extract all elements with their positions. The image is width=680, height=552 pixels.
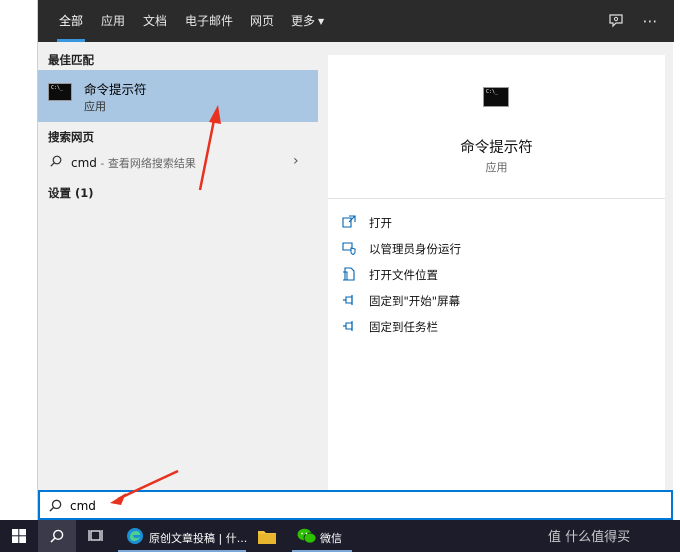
search-filter-bar: 全部 应用 文档 电子邮件 网页 更多 ▼ ⋯ (38, 0, 674, 42)
taskbar-wechat[interactable]: 微信 (292, 520, 352, 552)
tab-apps[interactable]: 应用 (101, 0, 125, 42)
tab-email-label: 电子邮件 (185, 14, 234, 28)
search-input[interactable] (70, 496, 630, 516)
tab-web-label: 网页 (250, 14, 275, 28)
edge-browser-icon (127, 528, 143, 544)
tab-documents-label: 文档 (143, 14, 168, 28)
preview-divider (328, 198, 665, 199)
search-icon (50, 529, 64, 543)
start-search-panel: 全部 应用 文档 电子邮件 网页 更多▼ ⋯ 最佳匹配 命令提示符 应用 搜索网… (37, 0, 674, 520)
desktop-background-left (0, 0, 37, 520)
tab-all-label: 全部 (59, 14, 84, 28)
tab-more[interactable]: 更多 ▼ (291, 0, 324, 42)
tab-documents[interactable]: 文档 (143, 0, 167, 42)
start-button[interactable] (0, 520, 37, 552)
task-view-button[interactable] (78, 520, 114, 552)
wechat-icon (297, 528, 317, 544)
admin-shield-icon (342, 242, 356, 255)
chevron-down-icon: ▼ (318, 17, 325, 26)
web-search-item[interactable]: cmd - 查看网络搜索结果 › (38, 150, 318, 176)
feedback-icon[interactable] (605, 10, 627, 32)
tab-email[interactable]: 电子邮件 (185, 0, 233, 42)
open-icon (342, 215, 356, 228)
action-open-file-location-label: 打开文件位置 (369, 268, 438, 282)
preview-subtitle: 应用 (485, 161, 508, 174)
action-run-as-admin-label: 以管理员身份运行 (369, 242, 461, 256)
folder-icon (258, 531, 276, 544)
action-pin-to-taskbar-label: 固定到任务栏 (369, 320, 438, 334)
task-view-icon (88, 530, 103, 541)
web-search-heading: 搜索网页 (48, 130, 94, 144)
tab-more-label: 更多 (291, 14, 316, 28)
taskbar-search-button[interactable] (38, 520, 76, 552)
best-match-title: 命令提示符 (84, 82, 147, 97)
action-open-label: 打开 (369, 216, 392, 230)
search-box[interactable] (38, 490, 673, 520)
tab-web[interactable]: 网页 (250, 0, 274, 42)
web-search-suffix: - 查看网络搜索结果 (96, 157, 196, 170)
edge-window-title: 原创文章投稿 | 什... (149, 532, 248, 545)
web-search-text: cmd - 查看网络搜索结果 (71, 155, 196, 171)
action-pin-to-start-label: 固定到"开始"屏幕 (369, 294, 461, 308)
preview-title: 命令提示符 (460, 140, 533, 156)
taskbar-edge-window[interactable]: 原创文章投稿 | 什... (118, 520, 248, 552)
chevron-right-icon[interactable]: › (293, 153, 299, 169)
tab-apps-label: 应用 (101, 14, 126, 28)
pin-icon (343, 295, 353, 305)
wechat-label: 微信 (320, 532, 342, 545)
best-match-item[interactable]: 命令提示符 应用 (38, 70, 318, 122)
watermark-text: 值 什么值得买 (548, 530, 631, 545)
file-location-icon (343, 267, 355, 281)
search-results-list: 最佳匹配 命令提示符 应用 搜索网页 cmd - 查看网络搜索结果 › 设置 (… (38, 42, 318, 490)
desktop-background-right (673, 0, 680, 520)
terminal-icon (48, 83, 72, 101)
windows-logo-icon (12, 529, 26, 543)
result-preview-pane: 命令提示符 应用 打开 以管理员身份运行 打开文件位置 固定到"开始"屏幕 固定… (328, 55, 665, 490)
search-icon (50, 155, 62, 167)
taskbar-file-explorer[interactable] (252, 520, 282, 552)
more-options-icon[interactable]: ⋯ (639, 10, 661, 32)
search-icon (49, 499, 62, 512)
best-match-heading: 最佳匹配 (48, 53, 94, 67)
terminal-icon (483, 87, 509, 107)
web-search-query: cmd (71, 156, 97, 170)
pin-icon (343, 321, 353, 331)
best-match-subtitle: 应用 (84, 100, 106, 113)
taskbar: 原创文章投稿 | 什... 微信 值 什么值得买 (0, 520, 680, 552)
tab-all[interactable]: 全部 (56, 0, 86, 42)
settings-heading[interactable]: 设置 (1) (48, 185, 94, 201)
